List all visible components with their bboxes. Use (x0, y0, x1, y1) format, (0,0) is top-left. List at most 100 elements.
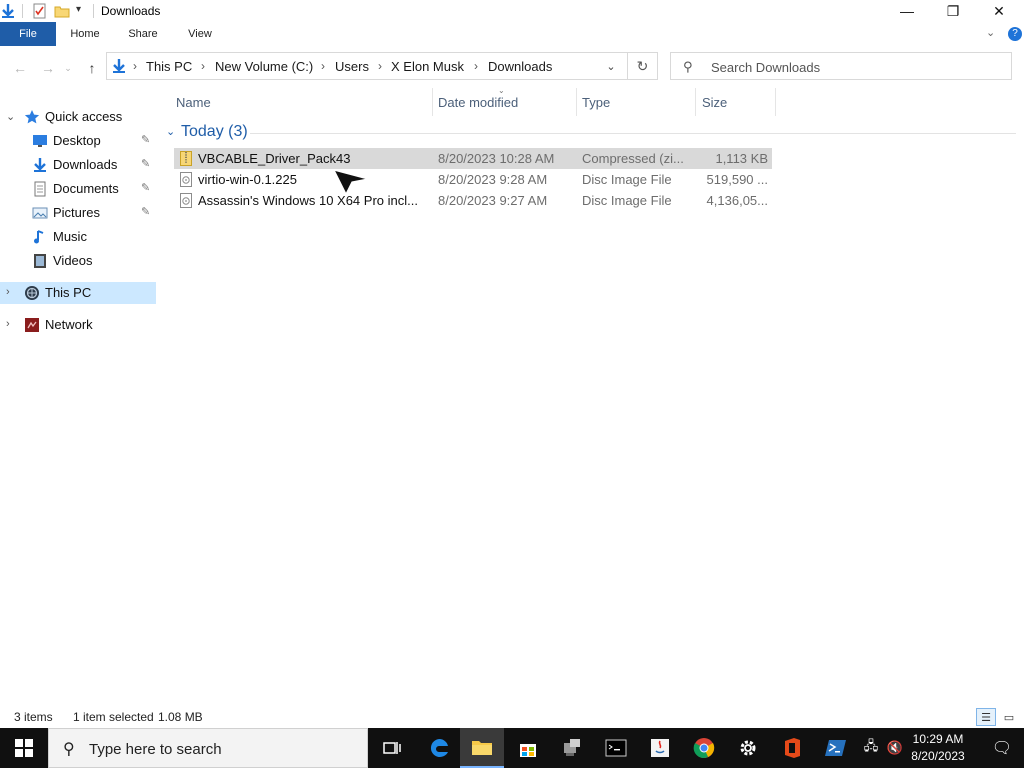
breadcrumb-chevron[interactable]: › (378, 59, 382, 73)
start-button[interactable] (0, 728, 48, 768)
collapse-chevron-icon[interactable]: ⌄ (6, 110, 15, 123)
column-divider[interactable] (576, 88, 577, 116)
file-name: VBCABLE_Driver_Pack43 (198, 151, 351, 166)
column-divider[interactable] (432, 88, 433, 116)
network-status-icon[interactable]: 🖧 (860, 728, 882, 768)
nav-desktop[interactable]: Desktop ✎ (0, 130, 156, 152)
taskbar-search-box[interactable]: ⚲ Type here to search (48, 728, 368, 768)
expand-chevron-icon[interactable]: › (6, 318, 10, 330)
taskbar-network-app[interactable] (550, 728, 594, 768)
search-icon: ⚲ (683, 59, 693, 74)
close-button[interactable]: ✕ (976, 0, 1022, 22)
minimize-button[interactable]: — (884, 0, 930, 22)
up-button[interactable]: ↑ (82, 58, 102, 78)
properties-icon[interactable] (32, 3, 48, 19)
desktop-icon (33, 135, 47, 147)
refresh-button[interactable]: ↻ (628, 52, 658, 80)
clock-time: 10:29 AM (912, 732, 964, 746)
breadcrumb-downloads[interactable]: Downloads (488, 59, 552, 74)
task-view-button[interactable] (370, 728, 414, 768)
nav-network[interactable]: › Network (0, 314, 156, 336)
nav-music[interactable]: Music (0, 226, 156, 248)
pin-icon[interactable]: ✎ (141, 133, 150, 146)
tab-view[interactable]: View (178, 22, 222, 46)
nav-label: This PC (45, 285, 92, 300)
taskbar-edge[interactable] (418, 728, 462, 768)
large-icons-view-button[interactable]: ▭ (999, 708, 1019, 726)
nav-documents[interactable]: Documents ✎ (0, 178, 156, 200)
nav-pictures[interactable]: Pictures ✎ (0, 202, 156, 224)
nav-downloads[interactable]: Downloads ✎ (0, 154, 156, 176)
breadcrumb-chevron[interactable]: › (133, 59, 137, 73)
task-view-icon (383, 742, 401, 754)
breadcrumb-new-volume[interactable]: New Volume (C:) (215, 59, 313, 74)
tab-file[interactable]: File (0, 22, 56, 46)
volume-muted-icon[interactable]: 🔇 (884, 728, 906, 768)
file-row[interactable]: Assassin's Windows 10 X64 Pro incl... 8/… (174, 190, 772, 211)
column-header-size[interactable]: Size (702, 88, 774, 116)
pin-icon[interactable]: ✎ (141, 157, 150, 170)
column-size-label: Size (702, 95, 728, 110)
nav-videos[interactable]: Videos (0, 250, 156, 272)
nav-label: Videos (53, 253, 93, 268)
nav-quick-access[interactable]: ⌄ Quick access (0, 106, 156, 128)
column-header-type[interactable]: Type (582, 88, 694, 116)
nav-label: Downloads (53, 157, 118, 172)
file-type: Disc Image File (582, 193, 672, 208)
address-row: ← → ⌄ ↑ › This PC › New Volume (C:) › Us… (0, 46, 1024, 88)
column-type-label: Type (582, 95, 611, 110)
notification-center-button[interactable]: 🗨 (980, 728, 1024, 768)
column-name-label: Name (176, 95, 211, 110)
recent-locations-button[interactable]: ⌄ (62, 58, 74, 78)
file-row[interactable]: virtio-win-0.1.225 8/20/2023 9:28 AM Dis… (174, 169, 772, 190)
taskbar: ⚲ Type here to search 🖧 🔇 10:29 AM 8/20/… (0, 728, 1024, 768)
taskbar-store[interactable] (506, 728, 550, 768)
taskbar-powershell[interactable] (814, 728, 858, 768)
taskbar-file-explorer[interactable] (460, 728, 504, 768)
address-bar[interactable]: › This PC › New Volume (C:) › Users › X … (106, 52, 628, 80)
nav-label: Pictures (53, 205, 100, 220)
column-header-name[interactable]: Name (176, 88, 432, 116)
details-view-button[interactable]: ☰ (976, 708, 996, 726)
ribbon-tabs: File Home Share View ⌄ ? (0, 22, 1024, 46)
breadcrumb-chevron[interactable]: › (201, 59, 205, 73)
column-divider[interactable] (695, 88, 696, 116)
system-clock[interactable]: 10:29 AM 8/20/2023 (906, 731, 970, 765)
collapse-group-icon[interactable]: ⌄ (166, 125, 175, 138)
tab-share[interactable]: Share (120, 22, 166, 46)
address-history-dropdown[interactable]: ⌄ (600, 52, 622, 80)
music-icon (34, 230, 44, 244)
taskbar-command-prompt[interactable] (594, 728, 638, 768)
breadcrumb-this-pc[interactable]: This PC (146, 59, 192, 74)
file-row[interactable]: VBCABLE_Driver_Pack43 8/20/2023 10:28 AM… (174, 148, 772, 169)
pictures-icon (32, 207, 48, 219)
nav-this-pc[interactable]: › This PC (0, 282, 156, 304)
group-header-today[interactable]: ⌄ Today (3) (166, 122, 1016, 144)
taskbar-settings[interactable] (726, 728, 770, 768)
help-icon[interactable]: ? (1008, 27, 1022, 41)
breadcrumb-chevron[interactable]: › (321, 59, 325, 73)
maximize-button[interactable]: ❐ (930, 0, 976, 22)
taskbar-java[interactable] (638, 728, 682, 768)
column-divider[interactable] (775, 88, 776, 116)
expand-chevron-icon[interactable]: › (6, 286, 10, 298)
downloads-location-icon (113, 59, 125, 73)
tab-home[interactable]: Home (62, 22, 108, 46)
forward-button[interactable]: → (38, 58, 58, 78)
new-folder-icon[interactable] (54, 3, 70, 19)
pin-icon[interactable]: ✎ (141, 205, 150, 218)
customize-quick-access-icon[interactable]: ▾ (76, 4, 81, 15)
pin-icon[interactable]: ✎ (141, 181, 150, 194)
search-box[interactable]: ⚲ Search Downloads (670, 52, 1012, 80)
status-bar: 3 items 1 item selected 1.08 MB ☰ ▭ (0, 706, 1024, 728)
breadcrumb-users[interactable]: Users (335, 59, 369, 74)
column-header-date[interactable]: Date modified (438, 88, 576, 116)
file-name: Assassin's Windows 10 X64 Pro incl... (198, 193, 418, 208)
taskbar-office[interactable] (770, 728, 814, 768)
back-button[interactable]: ← (10, 58, 30, 78)
breadcrumb-user-folder[interactable]: X Elon Musk (391, 59, 464, 74)
ribbon-expand-icon[interactable]: ⌄ (986, 26, 995, 39)
download-arrow-icon[interactable] (0, 3, 16, 19)
breadcrumb-chevron[interactable]: › (474, 59, 478, 73)
taskbar-chrome[interactable] (682, 728, 726, 768)
